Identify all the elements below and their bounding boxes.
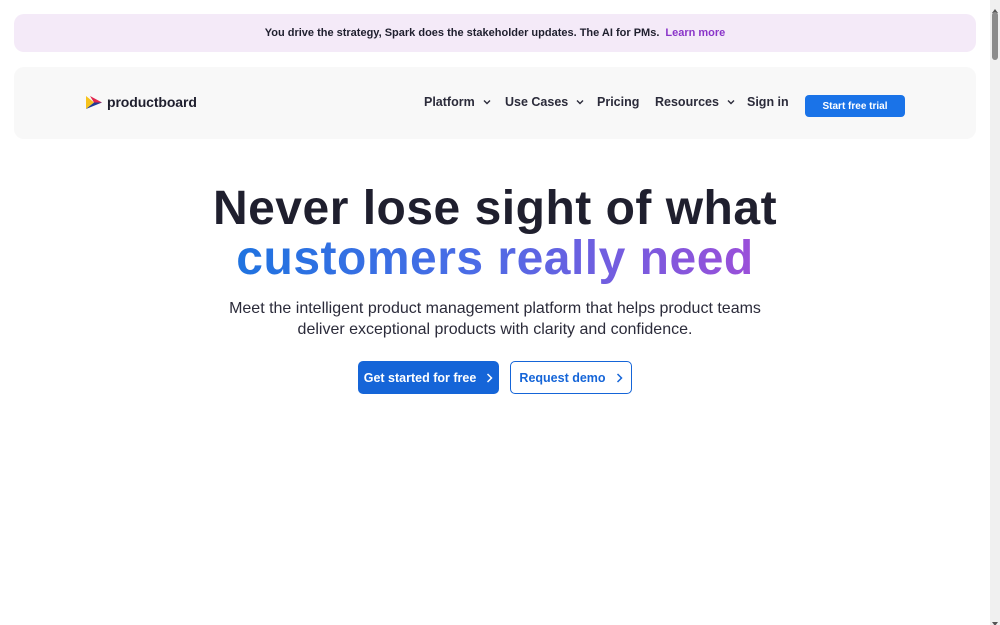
sign-in-link[interactable]: Sign in (747, 95, 789, 109)
scroll-down-arrow-icon[interactable] (991, 615, 999, 625)
chevron-right-icon (616, 372, 623, 383)
logo-text: productboard (107, 94, 197, 110)
hero-subtitle: Meet the intelligent product management … (0, 298, 990, 340)
hero-subtitle-line2: deliver exceptional products with clarit… (297, 321, 693, 338)
nav-resources[interactable]: Resources (655, 95, 735, 109)
chevron-down-icon (576, 98, 584, 106)
nav-platform[interactable]: Platform (424, 95, 491, 109)
nav-platform-label: Platform (424, 95, 475, 109)
get-started-button[interactable]: Get started for free (358, 361, 499, 394)
banner-message: You drive the strategy, Spark does the s… (264, 27, 660, 39)
scroll-up-arrow-icon[interactable] (991, 2, 999, 13)
hero-title-highlight: customers really need (236, 232, 754, 285)
request-demo-label: Request demo (519, 370, 606, 385)
hero-title-line1: Never lose sight of what (212, 182, 778, 235)
nav-use-cases-label: Use Cases (505, 95, 569, 109)
chevron-down-icon (727, 98, 735, 106)
logo[interactable]: productboard (86, 94, 197, 110)
productboard-logo-icon (86, 95, 102, 109)
nav-pricing[interactable]: Pricing (597, 95, 639, 109)
get-started-label: Get started for free (363, 370, 477, 385)
main-nav: productboard Platform Use Cases Pricing … (14, 67, 976, 139)
request-demo-button[interactable]: Request demo (510, 361, 632, 394)
page: You drive the strategy, Spark does the s… (0, 0, 1000, 625)
scrollbar-thumb[interactable] (992, 12, 998, 60)
nav-pricing-label: Pricing (597, 95, 640, 109)
hero-title-line2: customers really need (0, 233, 990, 285)
learn-more-link[interactable]: Learn more (665, 27, 725, 39)
announcement-banner: You drive the strategy, Spark does the s… (14, 14, 976, 52)
chevron-right-icon (486, 372, 493, 383)
vertical-scrollbar[interactable] (990, 0, 1000, 625)
nav-use-cases[interactable]: Use Cases (505, 95, 584, 109)
sign-in-label: Sign in (747, 95, 789, 109)
hero-subtitle-line1: Meet the intelligent product management … (229, 300, 761, 317)
start-free-trial-button[interactable]: Start free trial (805, 95, 905, 117)
nav-resources-label: Resources (655, 95, 719, 109)
chevron-down-icon (483, 98, 491, 106)
